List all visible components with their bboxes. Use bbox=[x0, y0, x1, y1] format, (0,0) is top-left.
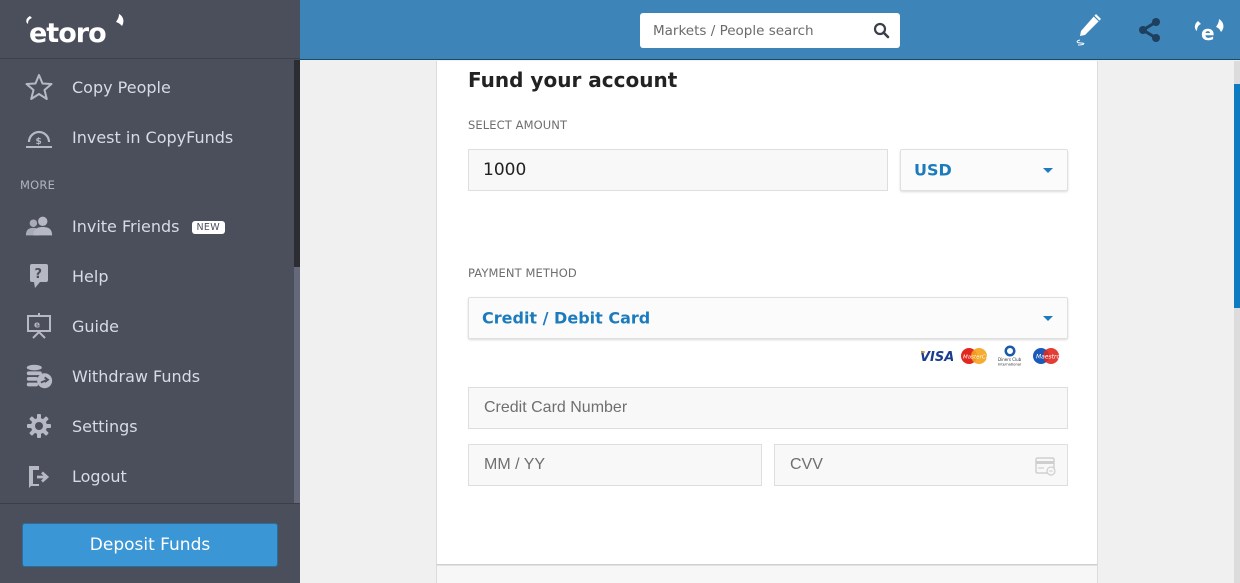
sidebar-footer: Deposit Funds bbox=[0, 503, 300, 583]
guide-icon: e bbox=[24, 311, 54, 341]
sidebar-item-logout[interactable]: Logout bbox=[0, 451, 294, 501]
sidebar-item-invest-copyfunds[interactable]: $ Invest in CopyFunds bbox=[0, 112, 294, 162]
cvv-input[interactable] bbox=[774, 444, 1068, 486]
svg-text:e: e bbox=[34, 321, 40, 331]
diners-club-logo-icon: Diners ClubInternational bbox=[998, 345, 1022, 367]
sidebar-scrollbar-thumb[interactable] bbox=[294, 60, 300, 267]
payment-method-label: PAYMENT METHOD bbox=[468, 266, 577, 280]
chevron-down-icon bbox=[1043, 168, 1053, 173]
card-number-input[interactable] bbox=[468, 387, 1068, 429]
svg-text:etoro: etoro bbox=[29, 18, 106, 46]
sidebar-item-help[interactable]: ? Help bbox=[0, 251, 294, 301]
amount-label: SELECT AMOUNT bbox=[468, 118, 568, 132]
search-box bbox=[640, 13, 900, 48]
sidebar-item-withdraw-funds[interactable]: Withdraw Funds bbox=[0, 351, 294, 401]
amount-input[interactable] bbox=[468, 149, 888, 191]
currency-select[interactable]: USD bbox=[900, 149, 1068, 191]
help-icon: ? bbox=[24, 261, 54, 291]
expiry-input[interactable] bbox=[468, 444, 762, 486]
invite-friends-icon bbox=[24, 211, 54, 241]
edit-pencil-icon[interactable] bbox=[1070, 12, 1106, 48]
share-icon[interactable] bbox=[1132, 12, 1168, 48]
sidebar-item-label: Guide bbox=[72, 316, 119, 336]
invite-friends-label: Invite Friends bbox=[72, 216, 180, 236]
sidebar-item-label: Settings bbox=[72, 416, 138, 436]
sidebar-item-invite-friends[interactable]: Invite Friends NEW bbox=[0, 201, 294, 251]
logo-bar: etoro bbox=[0, 0, 300, 59]
sidebar-item-label: Invite Friends NEW bbox=[72, 217, 225, 236]
sidebar-item-guide[interactable]: e Guide bbox=[0, 301, 294, 351]
cvv-card-icon bbox=[1035, 457, 1056, 476]
chevron-down-icon bbox=[1043, 316, 1053, 321]
card-brand-logos: VISA MasterCard Diners ClubInternational… bbox=[919, 345, 1061, 367]
mastercard-logo-icon: MasterCard bbox=[961, 348, 989, 364]
sidebar: etoro Copy People $ Invest in CopyFunds … bbox=[0, 0, 300, 583]
search-input[interactable] bbox=[640, 13, 870, 48]
payment-method-select[interactable]: Credit / Debit Card bbox=[468, 297, 1068, 339]
etoro-profile-icon[interactable]: e bbox=[1191, 12, 1227, 48]
sidebar-item-settings[interactable]: Settings bbox=[0, 401, 294, 451]
page-title: Fund your account bbox=[468, 68, 678, 92]
currency-value: USD bbox=[914, 160, 952, 180]
sidebar-item-label: Invest in CopyFunds bbox=[72, 127, 234, 147]
search-icon[interactable] bbox=[873, 22, 890, 39]
main-scrollbar-thumb[interactable] bbox=[1234, 84, 1240, 308]
svg-text:Diners Club: Diners Club bbox=[998, 357, 1022, 362]
sidebar-item-label: Help bbox=[72, 266, 109, 286]
fund-account-card: Fund your account SELECT AMOUNT USD PAYM… bbox=[436, 61, 1098, 565]
more-section-label: MORE bbox=[20, 178, 56, 192]
next-card-section bbox=[436, 565, 1098, 583]
top-bar: e bbox=[300, 0, 1240, 60]
sidebar-item-label: Withdraw Funds bbox=[72, 366, 201, 386]
logout-icon bbox=[24, 461, 54, 491]
star-icon bbox=[24, 72, 54, 102]
svg-text:$: $ bbox=[36, 137, 42, 147]
svg-text:?: ? bbox=[35, 267, 43, 282]
new-badge: NEW bbox=[191, 220, 225, 234]
maestro-logo-icon: Maestro bbox=[1033, 348, 1060, 364]
svg-text:Maestro: Maestro bbox=[1036, 354, 1060, 361]
sidebar-scrollbar[interactable] bbox=[294, 60, 300, 503]
svg-text:e: e bbox=[1201, 21, 1215, 45]
withdraw-icon bbox=[24, 361, 54, 391]
sidebar-item-label: Copy People bbox=[72, 77, 171, 97]
sidebar-item-label: Logout bbox=[72, 466, 127, 486]
etoro-logo[interactable]: etoro bbox=[24, 12, 128, 46]
gear-icon bbox=[24, 411, 54, 441]
svg-text:MasterCard: MasterCard bbox=[963, 355, 989, 361]
svg-text:International: International bbox=[998, 363, 1021, 367]
main-scrollbar[interactable] bbox=[1234, 61, 1240, 583]
copyfunds-icon: $ bbox=[24, 122, 54, 152]
sidebar-item-copy-people[interactable]: Copy People bbox=[0, 62, 294, 112]
visa-logo-icon: VISA bbox=[920, 350, 953, 364]
payment-method-value: Credit / Debit Card bbox=[482, 308, 651, 328]
deposit-funds-button[interactable]: Deposit Funds bbox=[22, 523, 278, 567]
